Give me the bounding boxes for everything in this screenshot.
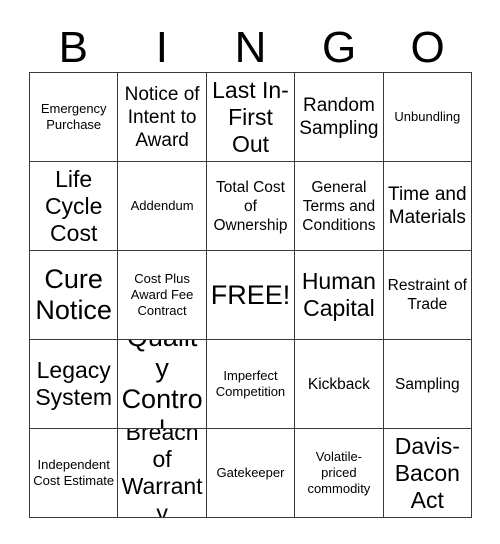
- bingo-cell[interactable]: Unbundling: [383, 73, 472, 162]
- bingo-free-cell[interactable]: FREE!: [206, 251, 296, 340]
- bingo-free-label: FREE!: [210, 279, 291, 310]
- bingo-cell-label: Legacy System: [35, 357, 113, 410]
- bingo-cell-label: Cure Notice: [35, 264, 112, 325]
- bingo-cell[interactable]: Quality Control: [118, 340, 207, 429]
- bingo-header-letter-i: I: [155, 23, 168, 72]
- bingo-cell-label: Time and Materials: [388, 184, 467, 228]
- bingo-cell[interactable]: Volatile-priced commodity: [295, 429, 384, 518]
- bingo-header-letter-b: B: [58, 23, 88, 72]
- bingo-cell[interactable]: Life Cycle Cost: [30, 162, 119, 251]
- bingo-cell-label: Quality Control: [121, 340, 203, 428]
- bingo-header-letter-o: O: [410, 23, 445, 72]
- bingo-cell[interactable]: Notice of Intent to Award: [118, 73, 207, 162]
- bingo-cell-label: Gatekeeper: [216, 465, 285, 480]
- bingo-cell-label: Cost Plus Award Fee Contract: [130, 271, 194, 318]
- bingo-card: B I N G O Emergency Purchase Notice of I…: [0, 0, 500, 544]
- bingo-cell[interactable]: Addendum: [118, 162, 207, 251]
- bingo-cell-label: Independent Cost Estimate: [33, 457, 115, 488]
- bingo-cell[interactable]: Sampling: [383, 340, 472, 429]
- bingo-cell-label: Random Sampling: [299, 95, 379, 139]
- bingo-cell-label: Imperfect Competition: [215, 368, 286, 399]
- bingo-cell-label: Notice of Intent to Award: [124, 83, 200, 151]
- bingo-cell-label: Volatile-priced commodity: [307, 449, 371, 496]
- bingo-header-letter-g: G: [321, 23, 357, 72]
- bingo-cell-label: Total Cost of Ownership: [213, 178, 288, 234]
- bingo-cell[interactable]: Emergency Purchase: [30, 73, 119, 162]
- bingo-cell[interactable]: Cost Plus Award Fee Contract: [118, 251, 207, 340]
- bingo-cell[interactable]: Human Capital: [295, 251, 384, 340]
- bingo-cell-label: Sampling: [394, 375, 460, 393]
- bingo-cell[interactable]: Last In-First Out: [206, 73, 296, 162]
- bingo-cell-label: Davis-Bacon Act: [394, 432, 460, 513]
- bingo-cell-label: Breach of Warranty: [121, 429, 203, 518]
- bingo-cell-label: Life Cycle Cost: [44, 165, 103, 246]
- bingo-cell[interactable]: Kickback: [295, 340, 384, 429]
- bingo-cell[interactable]: Independent Cost Estimate: [30, 429, 119, 518]
- bingo-grid: Emergency Purchase Notice of Intent to A…: [29, 72, 472, 518]
- bingo-cell[interactable]: Imperfect Competition: [206, 340, 296, 429]
- bingo-cell-label: Unbundling: [394, 109, 461, 124]
- bingo-cell[interactable]: Legacy System: [30, 340, 119, 429]
- bingo-cell[interactable]: Total Cost of Ownership: [206, 162, 296, 251]
- bingo-cell-label: Kickback: [307, 375, 370, 393]
- bingo-cell[interactable]: Time and Materials: [383, 162, 472, 251]
- bingo-cell-label: Human Capital: [301, 268, 376, 321]
- bingo-cell-label: Addendum: [130, 198, 194, 213]
- bingo-cell[interactable]: Gatekeeper: [206, 429, 296, 518]
- bingo-cell-label: Last In-First Out: [212, 76, 289, 157]
- bingo-cell-label: General Terms and Conditions: [302, 178, 376, 234]
- bingo-cell[interactable]: Davis-Bacon Act: [383, 429, 472, 518]
- bingo-cell-label: Restraint of Trade: [387, 277, 467, 313]
- bingo-cell-label: Emergency Purchase: [40, 101, 107, 132]
- bingo-cell[interactable]: Random Sampling: [295, 73, 384, 162]
- bingo-cell[interactable]: Cure Notice: [30, 251, 119, 340]
- bingo-cell[interactable]: General Terms and Conditions: [295, 162, 384, 251]
- bingo-cell[interactable]: Breach of Warranty: [118, 429, 207, 518]
- bingo-header-letter-n: N: [234, 23, 267, 72]
- bingo-cell[interactable]: Restraint of Trade: [383, 251, 472, 340]
- bingo-header-row: B I N G O: [29, 14, 472, 72]
